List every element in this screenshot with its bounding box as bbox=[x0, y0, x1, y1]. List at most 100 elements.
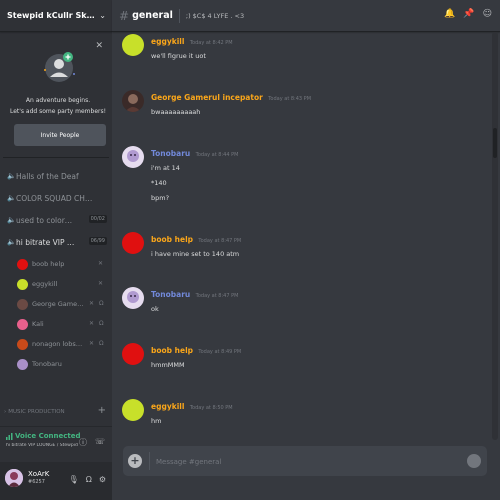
message-author[interactable]: Tonobaru bbox=[151, 290, 190, 299]
voice-channel-color-squad[interactable]: 🔈 COLOR SQUAD CHAT ST... bbox=[0, 187, 112, 209]
message-header: eggykill Today at 8:42 PM bbox=[151, 37, 233, 46]
members-icon[interactable]: ☺ bbox=[483, 9, 492, 19]
message-author[interactable]: boob help bbox=[151, 346, 193, 355]
avatar[interactable] bbox=[122, 287, 144, 309]
chevron-down-icon[interactable]: ⌄ bbox=[99, 11, 106, 20]
invite-text: An adventure begins. Let's add some part… bbox=[3, 95, 113, 117]
voice-channel-colormans[interactable]: 🔈 used to colormans p... 00/02 bbox=[0, 209, 112, 231]
voice-user-name: boob help bbox=[32, 260, 65, 268]
invite-line-1: An adventure begins. bbox=[25, 97, 91, 104]
avatar[interactable] bbox=[122, 90, 144, 112]
party-illustration-icon bbox=[44, 52, 75, 82]
voice-channel-path[interactable]: hi bitrate VIP LOUNGE / Stewpid ... bbox=[6, 443, 78, 448]
avatar[interactable] bbox=[122, 146, 144, 168]
message-timestamp: Today at 8:47 PM bbox=[195, 293, 239, 299]
message-text: hm bbox=[151, 417, 162, 425]
message-list: eggykill Today at 8:42 PM we'll figrue i… bbox=[112, 32, 500, 440]
message-author[interactable]: Tonobaru bbox=[151, 149, 190, 158]
avatar[interactable] bbox=[122, 399, 144, 421]
voice-channel-name: COLOR SQUAD CHAT ST... bbox=[16, 193, 96, 203]
avatar[interactable] bbox=[122, 232, 144, 254]
category-name: MUSIC PRODUCTION bbox=[8, 409, 65, 415]
message-text: ok bbox=[151, 305, 159, 313]
voice-user[interactable]: nonagon lobster p... ✕ Ω bbox=[0, 334, 112, 354]
guild-header[interactable]: Stewpid kCullr Skwad [CSR... ⌄ bbox=[0, 0, 112, 32]
divider bbox=[149, 452, 150, 470]
message-author[interactable]: boob help bbox=[151, 235, 193, 244]
avatar bbox=[17, 358, 28, 370]
voice-user-name: George Gamerul i... bbox=[32, 300, 84, 308]
user-panel: XoArK #6257 🎙 Ω ⚙ bbox=[0, 462, 112, 500]
scrollbar[interactable] bbox=[492, 32, 498, 440]
upload-plus-icon[interactable]: + bbox=[128, 454, 142, 468]
voice-channel-halls[interactable]: 🔈 Halls of the Deaf bbox=[0, 165, 112, 187]
headphones-icon[interactable]: Ω bbox=[86, 475, 92, 484]
microphone-icon[interactable]: 🎙 bbox=[69, 475, 79, 484]
scrollbar-thumb[interactable] bbox=[493, 128, 497, 158]
message-header: boob help Today at 8:49 PM bbox=[151, 346, 241, 355]
avatar-image bbox=[122, 287, 144, 309]
add-channel-icon[interactable]: + bbox=[98, 405, 106, 416]
message-header: boob help Today at 8:47 PM bbox=[151, 235, 241, 244]
voice-channel-list: 🔈 Halls of the Deaf 🔈 COLOR SQUAD CHAT S… bbox=[0, 165, 112, 374]
muted-mic-icon: ✕ bbox=[98, 280, 104, 287]
voice-user-name: Tonobaru bbox=[32, 360, 62, 368]
hashtag-icon: # bbox=[119, 8, 130, 23]
gear-icon[interactable]: ⚙ bbox=[99, 475, 106, 484]
deafened-headphones-icon: Ω bbox=[99, 300, 104, 307]
voice-user[interactable]: eggykill ✕ bbox=[0, 274, 112, 294]
avatar bbox=[17, 298, 28, 310]
close-icon[interactable]: ✕ bbox=[95, 41, 103, 51]
voice-user-list: boob help ✕ eggykill ✕ George Gamerul i.… bbox=[0, 254, 112, 374]
message-timestamp: Today at 8:44 PM bbox=[195, 152, 239, 158]
bell-icon[interactable]: 🔔 bbox=[444, 9, 455, 19]
chevron-right-icon: › bbox=[4, 409, 7, 415]
avatar[interactable] bbox=[122, 34, 144, 56]
message-text: i'm at 14 bbox=[151, 164, 180, 172]
category-music-production[interactable]: › MUSIC PRODUCTION + bbox=[0, 404, 112, 420]
avatar[interactable] bbox=[5, 469, 23, 487]
guild-name: Stewpid kCullr Skwad [CSR... bbox=[7, 11, 97, 20]
message-timestamp: Today at 8:42 PM bbox=[189, 40, 233, 46]
muted-mic-icon: ✕ bbox=[89, 340, 95, 347]
message-header: George Gamerul incepator Today at 8:43 P… bbox=[151, 93, 311, 102]
message-text: hmmMMM bbox=[151, 361, 185, 369]
avatar-image bbox=[122, 146, 144, 168]
message-author[interactable]: George Gamerul incepator bbox=[151, 93, 263, 102]
disconnect-icon[interactable]: ☏ bbox=[95, 437, 105, 448]
deafened-headphones-icon: Ω bbox=[99, 320, 104, 327]
message-author[interactable]: eggykill bbox=[151, 37, 184, 46]
voice-user[interactable]: Kali ✕ Ω bbox=[0, 314, 112, 334]
message-timestamp: Today at 8:50 PM bbox=[189, 405, 233, 411]
invite-people-button[interactable]: Invite People bbox=[14, 124, 106, 146]
voice-user-name: nonagon lobster p... bbox=[32, 340, 84, 348]
voice-user-name: Kali bbox=[32, 320, 44, 328]
message-text: i have mine set to 140 atm bbox=[151, 250, 240, 258]
voice-user[interactable]: Tonobaru bbox=[0, 354, 112, 374]
invite-line-2: Let's add some party members! bbox=[9, 108, 107, 115]
avatar bbox=[17, 258, 28, 270]
channel-topic[interactable]: ;) $C$ 4 LYFE . <3 bbox=[186, 12, 244, 20]
channel-name: general bbox=[132, 10, 173, 21]
voice-user[interactable]: boob help ✕ bbox=[0, 254, 112, 274]
message-timestamp: Today at 8:49 PM bbox=[198, 349, 242, 355]
discord-app: Stewpid kCullr Skwad [CSR... ⌄ ✕ An adve… bbox=[0, 0, 500, 500]
voice-user-name: eggykill bbox=[32, 280, 58, 288]
message-text: we'll figrue it uot bbox=[151, 52, 206, 60]
message-header: Tonobaru Today at 8:47 PM bbox=[151, 290, 238, 299]
voice-channel-vip-lounge[interactable]: 🔈 hi bitrate VIP LOUN... 06/99 bbox=[0, 231, 112, 253]
voice-user[interactable]: George Gamerul i... ✕ Ω bbox=[0, 294, 112, 314]
avatar[interactable] bbox=[122, 343, 144, 365]
avatar bbox=[17, 278, 28, 290]
voice-channel-name: Halls of the Deaf bbox=[16, 171, 79, 181]
message-header: eggykill Today at 8:50 PM bbox=[151, 402, 233, 411]
message-author[interactable]: eggykill bbox=[151, 402, 184, 411]
message-input[interactable] bbox=[156, 455, 456, 469]
speaker-icon: 🔈 bbox=[7, 194, 16, 202]
voice-channel-name: hi bitrate VIP LOUN... bbox=[16, 237, 76, 247]
message-text: *140 bbox=[151, 179, 167, 187]
muted-mic-icon: ✕ bbox=[98, 260, 104, 267]
pin-icon[interactable]: 📌 bbox=[463, 9, 474, 19]
emoji-icon[interactable] bbox=[467, 454, 481, 468]
info-icon[interactable]: ⓘ bbox=[79, 437, 87, 448]
